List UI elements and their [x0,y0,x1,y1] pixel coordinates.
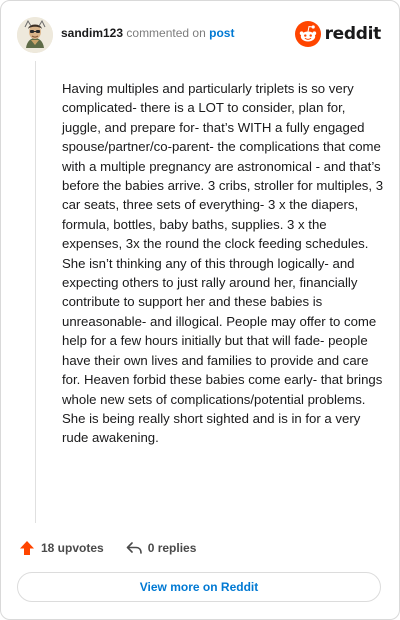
reply-arrow-icon [124,538,144,558]
upvote-count: 18 upvotes [41,541,104,555]
reddit-logo[interactable]: reddit [294,21,382,47]
upvote-arrow-icon [17,538,37,558]
view-more-on-reddit-button[interactable]: View more on Reddit [17,572,381,602]
user-avatar[interactable] [17,17,53,53]
reply-button[interactable]: 0 replies [124,538,197,558]
reply-count: 0 replies [147,541,197,555]
avatar-illustration-icon [17,17,53,53]
reddit-wordmark: reddit [324,24,382,44]
comment-meta: sandim123 commented on post [61,26,234,40]
thread-line [35,61,36,523]
comment-body: Having multiples and particularly triple… [62,81,384,446]
post-link[interactable]: post [209,26,234,40]
reddit-snoo-icon [294,21,321,47]
comment-actions: 18 upvotes 0 replies [17,538,196,558]
reddit-comment-embed: sandim123 commented on post reddit Havin… [0,0,400,620]
username[interactable]: sandim123 [61,26,123,40]
upvote-button[interactable]: 18 upvotes [17,538,104,558]
comment-header: sandim123 commented on post reddit [17,15,383,55]
commented-on-text: commented on [126,26,206,40]
